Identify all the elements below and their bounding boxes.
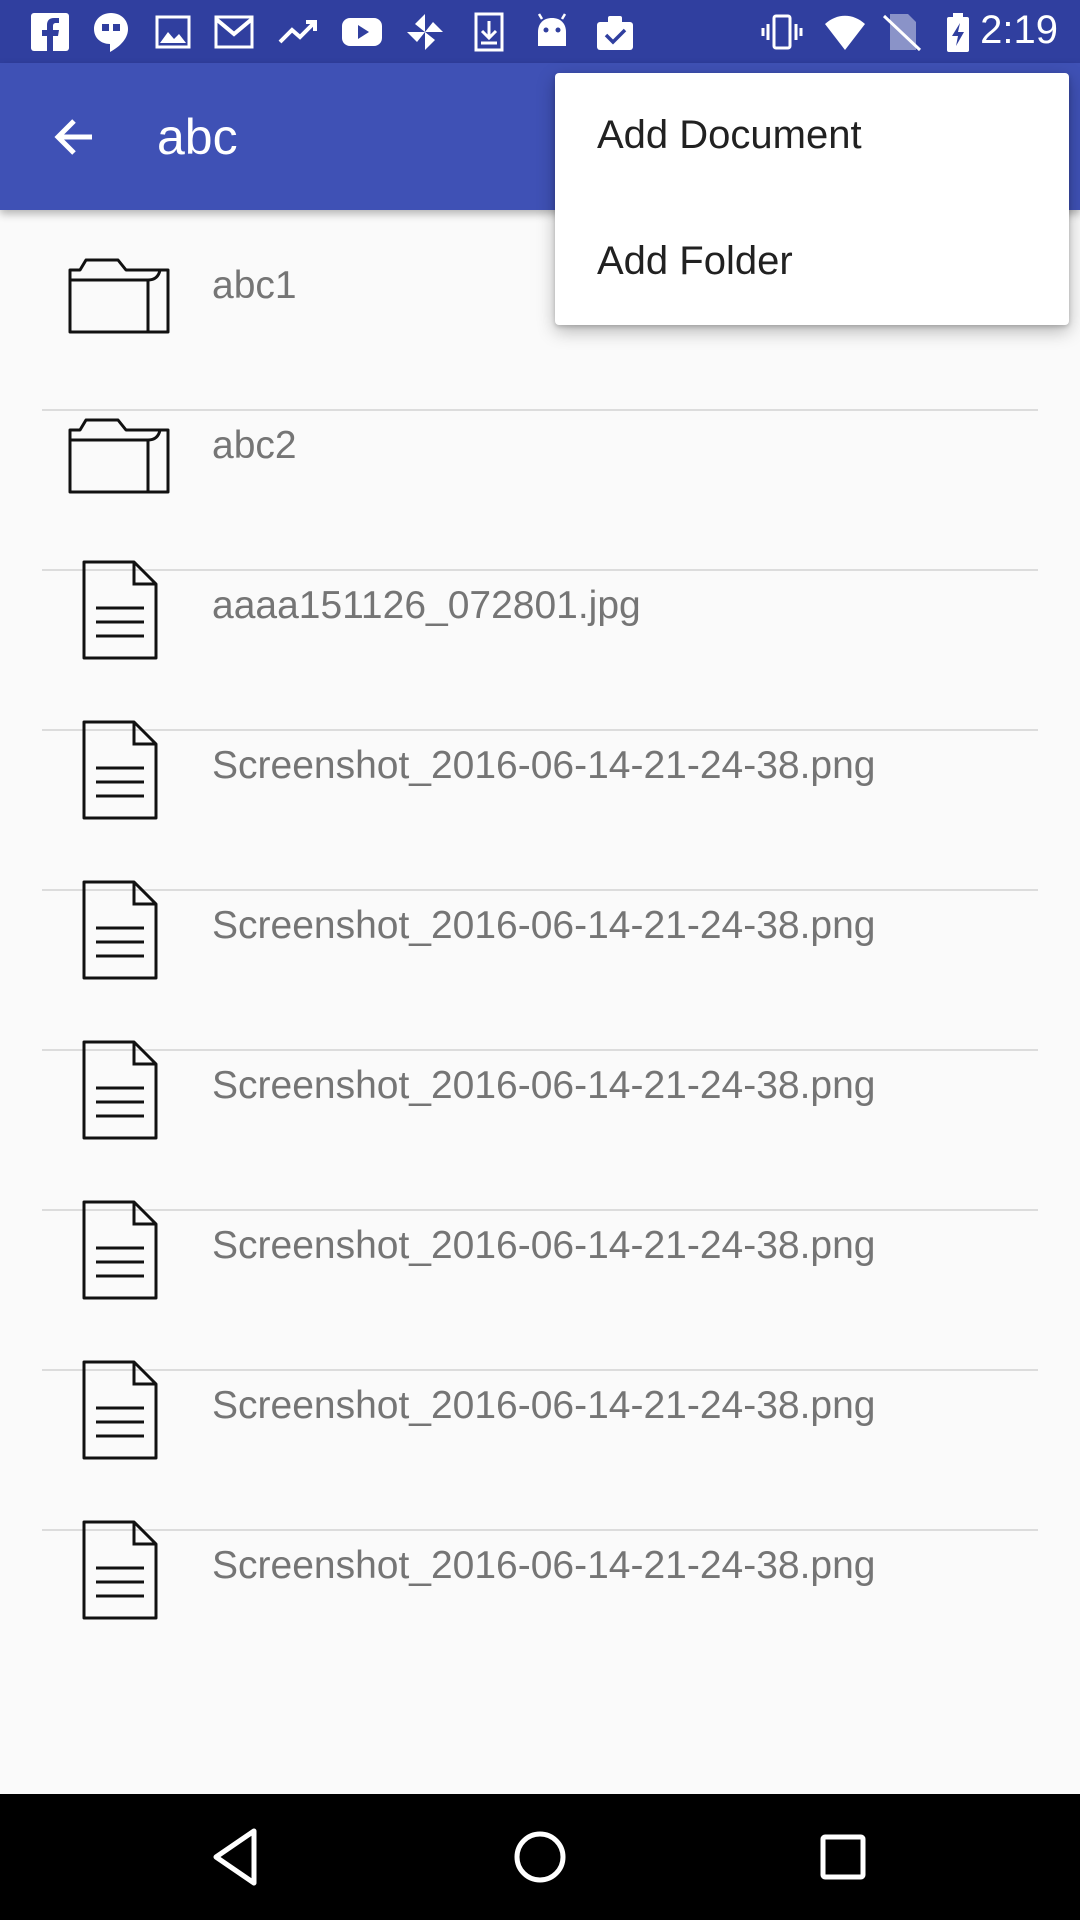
hangouts-icon [94, 13, 128, 52]
menu-item-add-folder[interactable]: Add Folder [555, 199, 1069, 325]
youtube-icon [342, 18, 382, 46]
pinwheel-icon [407, 14, 443, 50]
menu-item-label: Add Folder [597, 239, 793, 283]
folder-icon [68, 258, 170, 334]
wifi-icon [825, 15, 865, 50]
folder-icon [68, 418, 170, 494]
list-item-file[interactable]: Screenshot_2016-06-14-21-24-38.png [0, 1490, 1080, 1650]
trending-icon [278, 20, 317, 44]
list-item-label: Screenshot_2016-06-14-21-24-38.png [212, 1064, 876, 1107]
recents-square-icon[interactable] [803, 1817, 883, 1897]
document-icon [82, 1520, 158, 1620]
list-item-file[interactable]: Screenshot_2016-06-14-21-24-38.png [0, 850, 1080, 1010]
list-item-file[interactable]: Screenshot_2016-06-14-21-24-38.png [0, 1010, 1080, 1170]
list-item-label: Screenshot_2016-06-14-21-24-38.png [212, 744, 876, 787]
battery-charging-icon [947, 13, 969, 52]
gallery-icon [155, 15, 191, 49]
list-item-label: abc1 [212, 264, 297, 307]
document-icon [82, 1040, 158, 1140]
arrow-back-icon [54, 119, 92, 155]
list-item-label: Screenshot_2016-06-14-21-24-38.png [212, 1224, 876, 1267]
menu-item-add-document[interactable]: Add Document [555, 73, 1069, 199]
overflow-menu: Add Document Add Folder [555, 73, 1069, 325]
list-item-label: abc2 [212, 424, 297, 467]
page-title: abc [157, 109, 238, 165]
list-item-label: Screenshot_2016-06-14-21-24-38.png [212, 1544, 876, 1587]
download-icon [474, 12, 504, 52]
list-item-file[interactable]: Screenshot_2016-06-14-21-24-38.png [0, 1330, 1080, 1490]
status-time: 2:19 [980, 8, 1058, 52]
facebook-icon [31, 13, 69, 51]
list-item-file[interactable]: Screenshot_2016-06-14-21-24-38.png [0, 1170, 1080, 1330]
back-triangle-icon[interactable] [196, 1817, 276, 1897]
clipboard-check-icon [597, 16, 633, 50]
status-bar: 2:19 [0, 0, 1080, 63]
vibrate-icon [761, 14, 803, 50]
back-button[interactable] [28, 101, 120, 173]
list-item-label: Screenshot_2016-06-14-21-24-38.png [212, 1384, 876, 1427]
document-icon [82, 1360, 158, 1460]
list-item-label: aaaa151126_072801.jpg [212, 584, 641, 627]
menu-item-label: Add Document [597, 113, 862, 157]
navigation-bar [0, 1794, 1080, 1920]
document-icon [82, 1200, 158, 1300]
document-icon [82, 720, 158, 820]
home-circle-icon[interactable] [500, 1817, 580, 1897]
list-item-file[interactable]: Screenshot_2016-06-14-21-24-38.png [0, 690, 1080, 850]
list-item-label: Screenshot_2016-06-14-21-24-38.png [212, 904, 876, 947]
list-item-file[interactable]: aaaa151126_072801.jpg [0, 530, 1080, 690]
gmail-icon [214, 15, 254, 49]
list-item-folder[interactable]: abc2 [0, 370, 1080, 530]
android-icon [537, 13, 567, 46]
no-sim-icon [882, 14, 922, 52]
document-icon [82, 880, 158, 980]
document-icon [82, 560, 158, 660]
